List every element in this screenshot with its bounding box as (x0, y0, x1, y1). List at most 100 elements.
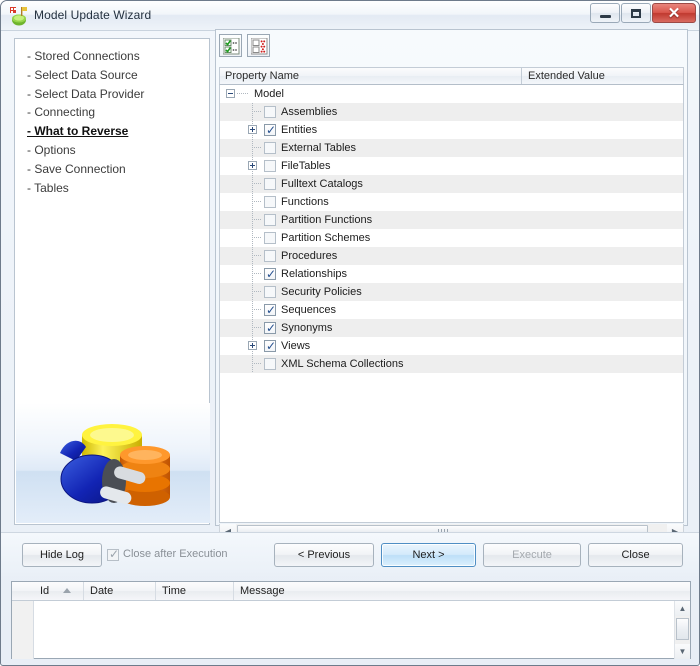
tree-row-label: Partition Functions (281, 214, 373, 226)
tree-row[interactable]: FileTables (220, 157, 683, 175)
wizard-steps-panel: - Stored Connections - Select Data Source… (14, 38, 210, 525)
tree-row[interactable]: ✓ Synonyms (220, 319, 683, 337)
tree-row-checkbox[interactable] (264, 232, 276, 244)
tree-row-label: FileTables (281, 160, 331, 172)
tree-row-checkbox[interactable] (264, 106, 276, 118)
wizard-database-icon (8, 5, 30, 27)
close-button[interactable]: Close (588, 543, 683, 567)
uncheck-all-icon[interactable] (247, 34, 271, 57)
hide-log-button[interactable]: Hide Log (22, 543, 102, 567)
tree-row[interactable]: Partition Schemes (220, 229, 683, 247)
log-scroll-thumb[interactable] (676, 618, 689, 640)
window-title: Model Update Wizard (34, 8, 152, 22)
tree-row-label: Assemblies (281, 106, 338, 118)
tree-row-label: Functions (281, 196, 329, 208)
log-row-header-column (12, 601, 34, 659)
tree-row[interactable]: Security Policies (220, 283, 683, 301)
wizard-step-0: - Stored Connections (27, 49, 140, 63)
checkmark-icon: ✓ (266, 267, 277, 281)
execute-button: Execute (483, 543, 581, 567)
tree-row[interactable]: ✓ Entities (220, 121, 683, 139)
sort-ascending-icon (63, 588, 71, 593)
close-after-execution-box: ✓ (107, 547, 120, 561)
tree-row-label: Views (281, 340, 311, 352)
collapse-model-icon[interactable] (226, 89, 235, 98)
property-tree[interactable]: Model Assemblies ✓ Entities External Tables F… (219, 85, 684, 523)
tree-row-label: Fulltext Catalogs (281, 178, 363, 190)
scroll-down-icon[interactable]: ▼ (675, 644, 690, 659)
wizard-step-5: - Options (27, 142, 76, 157)
log-column-header-id[interactable]: Id (34, 582, 84, 600)
minimize-button[interactable] (590, 3, 620, 23)
tree-row-label: Procedures (281, 250, 338, 262)
wizard-step-1: - Select Data Source (27, 67, 138, 82)
tree-row-label: XML Schema Collections (281, 358, 404, 370)
model-update-wizard-window: Model Update Wizard ✕ - Stored Connectio… (0, 0, 700, 666)
tree-row[interactable]: Procedures (220, 247, 683, 265)
check-all-icon[interactable] (219, 34, 242, 57)
tree-row-label: Model (254, 88, 284, 100)
tree-row-model[interactable]: Model (220, 85, 683, 103)
log-vertical-scrollbar[interactable]: ▲ ▼ (674, 601, 690, 659)
log-column-headers: Id Date Time Message (12, 582, 690, 601)
next-button[interactable]: Next > (381, 543, 476, 567)
tree-row[interactable]: Partition Functions (220, 211, 683, 229)
close-after-execution-label: Close after Execution (123, 548, 228, 560)
log-column-header-message[interactable]: Message (234, 582, 690, 600)
column-header-extended-value[interactable]: Extended Value (523, 68, 683, 84)
log-grid[interactable]: Id Date Time Message ▲ ▼ (11, 581, 691, 659)
maximize-icon (622, 4, 650, 22)
tree-row-checkbox[interactable] (264, 358, 276, 370)
tree-row-checkbox[interactable] (264, 286, 276, 298)
wizard-step-2: - Select Data Provider (27, 86, 145, 101)
close-window-button[interactable]: ✕ (652, 3, 696, 23)
tree-row[interactable]: Functions (220, 193, 683, 211)
column-header-property-name[interactable]: Property Name (220, 68, 522, 84)
tree-row-checkbox[interactable]: ✓ (264, 339, 277, 353)
tree-row-checkbox[interactable] (264, 214, 276, 226)
tree-row[interactable]: Fulltext Catalogs (220, 175, 683, 193)
what-to-reverse-panel: Property Name Extended Value Model Assemb… (215, 29, 688, 541)
close-icon: ✕ (667, 5, 681, 22)
tree-column-headers: Property Name Extended Value (219, 67, 684, 85)
expand-node-icon[interactable] (248, 125, 257, 134)
expand-node-icon[interactable] (248, 341, 257, 350)
expand-node-icon[interactable] (248, 161, 257, 170)
tree-row-label: Synonyms (281, 322, 333, 334)
tree-row-checkbox[interactable] (264, 178, 276, 190)
tree-row[interactable]: ✓ Relationships (220, 265, 683, 283)
tree-row[interactable]: External Tables (220, 139, 683, 157)
tree-row[interactable]: Assemblies (220, 103, 683, 121)
wizard-step-7: - Tables (27, 180, 69, 195)
tree-row-checkbox[interactable]: ✓ (264, 321, 277, 335)
wizard-button-bar: Hide Log ✓ Close after Execution < Previ… (1, 532, 699, 576)
previous-button[interactable]: < Previous (274, 543, 374, 567)
tree-row-label: Relationships (281, 268, 348, 280)
log-column-header-time[interactable]: Time (156, 582, 234, 600)
tree-row-checkbox[interactable] (264, 196, 276, 208)
wizard-step-6: - Save Connection (27, 161, 126, 176)
tree-row-checkbox[interactable] (264, 142, 276, 154)
tree-row[interactable]: XML Schema Collections (220, 355, 683, 373)
tree-row-checkbox[interactable]: ✓ (264, 267, 277, 281)
tree-row-checkbox[interactable]: ✓ (264, 303, 276, 317)
checkmark-icon: ✓ (266, 123, 277, 137)
title-bar: Model Update Wizard ✕ (1, 1, 699, 31)
wizard-step-3: - Connecting (27, 105, 96, 120)
tree-row-checkbox[interactable]: ✓ (264, 123, 277, 137)
minimize-icon (591, 4, 619, 22)
tree-row-label: Sequences (281, 304, 337, 316)
tree-row[interactable]: ✓ Sequences (220, 301, 683, 319)
checkmark-icon: ✓ (266, 339, 277, 353)
maximize-button[interactable] (621, 3, 651, 23)
wizard-step-4: - What to Reverse (27, 124, 129, 139)
tree-row-checkbox[interactable] (264, 250, 276, 262)
tree-row-checkbox[interactable] (264, 160, 276, 172)
scroll-up-icon[interactable]: ▲ (675, 601, 690, 616)
tree-row-label: Partition Schemes (281, 232, 371, 244)
checkmark-icon: ✓ (109, 547, 120, 561)
tree-row[interactable]: ✓ Views (220, 337, 683, 355)
checkmark-icon: ✓ (266, 321, 277, 335)
log-column-header-date[interactable]: Date (84, 582, 156, 600)
tree-row-label: Security Policies (281, 286, 362, 298)
